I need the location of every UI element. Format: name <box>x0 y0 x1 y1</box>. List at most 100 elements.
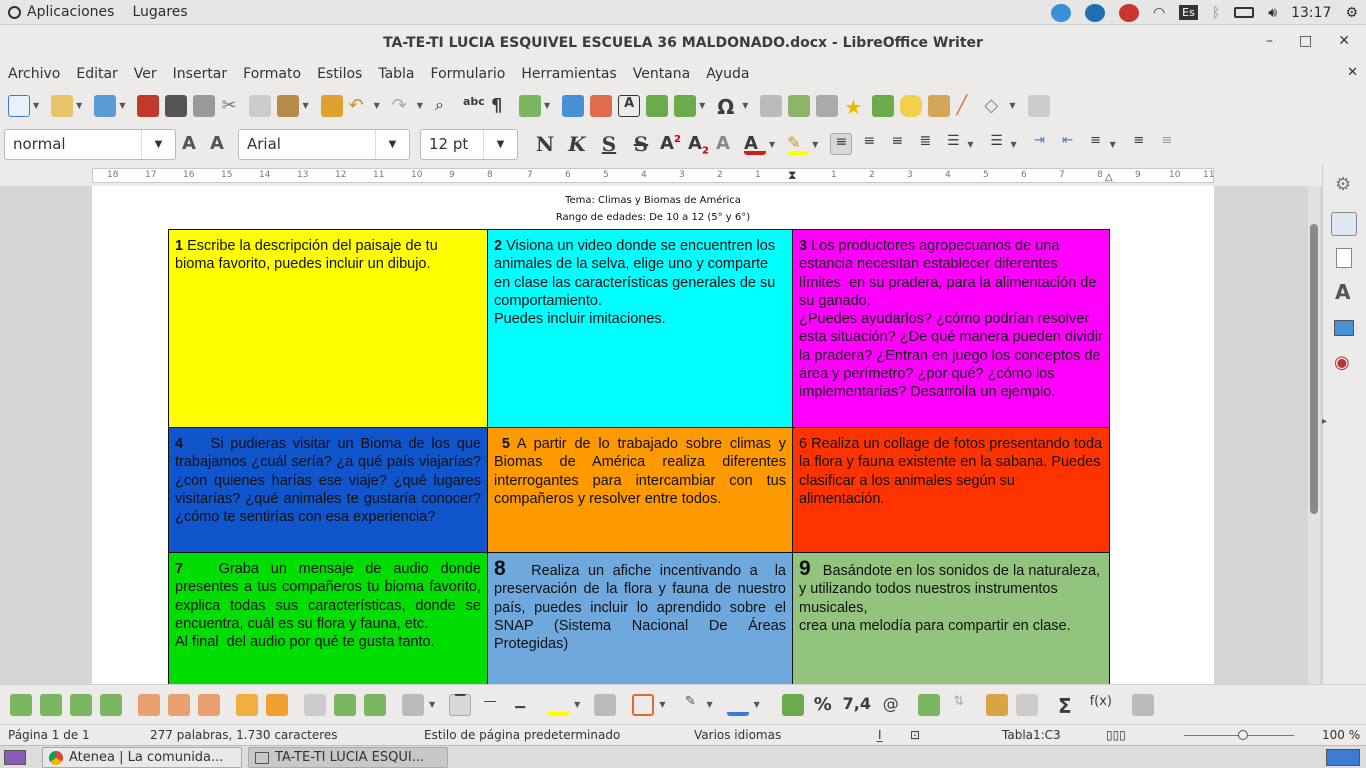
table-cell-9[interactable]: 9 Basándote en los sonidos de la natural… <box>792 552 1110 684</box>
table-cell-6[interactable]: 6 Realiza un collage de fotos presentand… <box>792 427 1110 553</box>
new-style-icon[interactable]: A <box>210 133 232 155</box>
task-browser[interactable]: Atenea | La comunida... <box>42 747 242 768</box>
sidebar-settings-icon[interactable]: ⚙︎ <box>1335 174 1351 195</box>
insert-page-break-icon[interactable] <box>646 94 669 117</box>
hyperlink-icon[interactable] <box>760 94 783 117</box>
insert-textbox-icon[interactable]: A <box>618 94 641 117</box>
export-pdf-icon[interactable] <box>137 94 160 117</box>
underline-button[interactable]: S <box>596 132 622 156</box>
save-icon[interactable] <box>94 94 117 117</box>
zoom-level[interactable]: 100 % <box>1322 728 1360 742</box>
chevron-down-icon[interactable]: ▼ <box>141 129 175 159</box>
update-icon[interactable] <box>1084 3 1105 22</box>
indent-marker-icon[interactable]: △ <box>1105 172 1113 183</box>
tateti-table[interactable]: 1 Escribe la descripción del paisaje de … <box>168 229 1110 684</box>
number-format-currency-icon[interactable] <box>781 693 804 716</box>
zoom-slider-knob[interactable] <box>1238 730 1248 740</box>
bug-icon[interactable] <box>1118 3 1139 22</box>
status-page-style[interactable]: Estilo de página predeterminado <box>424 728 620 742</box>
print-preview-icon[interactable] <box>193 94 216 117</box>
cut-icon[interactable]: ✂ <box>221 95 243 117</box>
numbered-list-icon[interactable]: ☰ <box>985 133 1007 155</box>
apps-menu[interactable]: Aplicaciones <box>8 4 114 20</box>
sidebar-navigator-icon[interactable]: ◉ <box>1334 352 1350 373</box>
delete-rows-icon[interactable] <box>138 693 160 716</box>
keyboard-layout[interactable]: Es <box>1179 5 1198 20</box>
italic-button[interactable]: K <box>564 132 590 156</box>
status-language[interactable]: Varios idiomas <box>694 728 781 742</box>
subscript-icon[interactable]: A2 <box>688 133 710 157</box>
menu-formato[interactable]: Formato <box>243 66 301 82</box>
border-style-icon[interactable]: ✎ <box>679 694 701 716</box>
menu-tabla[interactable]: Tabla <box>378 66 414 82</box>
autoformat-icon[interactable] <box>594 693 617 716</box>
paragraph-spacing-icon[interactable]: ≡ <box>1128 133 1150 155</box>
sidebar-gallery-icon[interactable] <box>1334 320 1354 336</box>
formula-button[interactable]: f(x) <box>1084 694 1118 716</box>
clock[interactable]: 13:17 <box>1291 5 1331 21</box>
paragraph-style-box[interactable]: normal ▼ <box>4 128 176 160</box>
select-cell-icon[interactable] <box>236 693 258 716</box>
align-right-icon[interactable]: ≡ <box>886 133 908 155</box>
special-character-icon[interactable]: Ω <box>717 95 739 119</box>
paragraph-indent-icon[interactable]: ≡ <box>1156 133 1178 155</box>
align-bottom-icon[interactable]: ▁ <box>509 694 531 716</box>
clear-formatting-icon[interactable]: A <box>716 133 738 155</box>
clone-format-icon[interactable] <box>320 94 343 117</box>
copy-icon[interactable] <box>249 94 272 117</box>
battery-icon[interactable] <box>1234 7 1255 18</box>
formatting-marks-icon[interactable]: ¶ <box>491 95 513 117</box>
sidebar-collapse-icon[interactable]: ▸ <box>1322 416 1327 427</box>
sidebar-properties-icon[interactable] <box>1331 212 1357 236</box>
insert-caption-icon[interactable] <box>917 693 940 716</box>
sort-icon[interactable]: ⇅ <box>948 694 970 716</box>
status-word-count[interactable]: 277 palabras, 1.730 caracteres <box>150 728 338 742</box>
document-canvas[interactable]: Tema: Climas y Biomas de América Rango d… <box>0 186 1322 684</box>
menu-ver[interactable]: Ver <box>134 66 157 82</box>
sync-icon[interactable] <box>1050 3 1071 22</box>
insert-columns-after-icon[interactable] <box>100 693 122 716</box>
menu-archivo[interactable]: Archivo <box>8 66 60 82</box>
comment-icon[interactable] <box>900 94 923 117</box>
optimize-size-icon[interactable] <box>402 693 424 716</box>
select-table-icon[interactable] <box>266 693 288 716</box>
maximize-button[interactable]: □ <box>1299 33 1312 49</box>
session-gear-icon[interactable]: ⚙︎ <box>1345 5 1358 21</box>
menu-editar[interactable]: Editar <box>76 66 117 82</box>
sum-button[interactable]: Σ <box>1054 694 1076 718</box>
insert-rows-below-icon[interactable] <box>40 693 62 716</box>
selection-mode-icon[interactable]: ⊡ <box>910 728 920 742</box>
find-replace-icon[interactable]: ⌕ <box>435 95 457 117</box>
new-document-icon[interactable] <box>8 94 30 117</box>
cell-background-icon[interactable] <box>547 694 570 716</box>
scrollbar-thumb[interactable] <box>1310 224 1318 514</box>
insert-table-icon[interactable] <box>518 94 541 117</box>
split-table-icon[interactable] <box>364 693 386 716</box>
table-properties-icon[interactable] <box>1131 693 1154 716</box>
split-cells-icon[interactable] <box>334 693 356 716</box>
header-footer-icon[interactable] <box>816 94 839 117</box>
menu-estilos[interactable]: Estilos <box>317 66 362 82</box>
number-format-decimal-button[interactable]: 7,4 <box>842 694 872 716</box>
number-format-icon[interactable]: @ <box>880 694 902 716</box>
highlight-icon[interactable]: ✎ <box>787 133 810 155</box>
borders-icon[interactable] <box>632 693 655 716</box>
menu-formulario[interactable]: Formulario <box>431 66 506 82</box>
document-page[interactable]: Tema: Climas y Biomas de América Rango d… <box>92 186 1214 684</box>
redo-icon[interactable]: ↷ <box>392 95 414 117</box>
draw-functions-icon[interactable] <box>1027 94 1050 117</box>
insert-image-icon[interactable] <box>562 94 585 117</box>
font-color-icon[interactable]: A <box>744 133 766 155</box>
decrease-indent-icon[interactable]: ⇤ <box>1057 133 1079 155</box>
bluetooth-icon[interactable]: ᛒ <box>1212 5 1220 21</box>
border-color-icon[interactable] <box>726 694 749 716</box>
number-format-percent-button[interactable]: % <box>812 694 834 716</box>
line-icon[interactable]: ╱ <box>956 95 978 117</box>
menu-herramientas[interactable]: Herramientas <box>521 66 616 82</box>
table-cell-7[interactable]: 7 Graba un mensaje de audio donde presen… <box>168 552 488 684</box>
track-changes-icon[interactable] <box>928 94 951 117</box>
vertical-scrollbar[interactable] <box>1308 186 1320 684</box>
sidebar-page-icon[interactable] <box>1336 248 1352 268</box>
font-size-box[interactable]: 12 pt ▼ <box>420 128 518 160</box>
table-cell-1[interactable]: 1 Escribe la descripción del paisaje de … <box>168 229 488 428</box>
